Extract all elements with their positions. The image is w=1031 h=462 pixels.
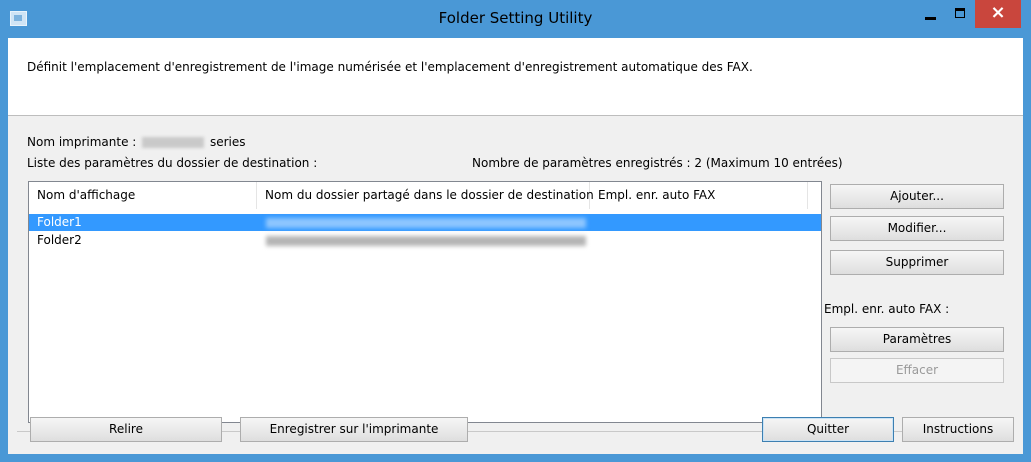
fax-settings-button[interactable]: Paramètres <box>830 327 1004 352</box>
window-title: Folder Setting Utility <box>438 9 593 27</box>
title-bar[interactable]: Folder Setting Utility × <box>0 0 1031 38</box>
list-header: Nom d'affichage Nom du dossier partagé d… <box>29 182 821 209</box>
quit-button[interactable]: Quitter <box>762 417 894 442</box>
printer-name-row: Nom imprimante : series <box>27 135 246 149</box>
close-button[interactable]: × <box>975 0 1021 28</box>
description-text: Définit l'emplacement d'enregistrement d… <box>27 60 753 74</box>
printer-name-suffix: series <box>209 135 246 149</box>
printer-name-redacted <box>142 137 205 148</box>
add-button[interactable]: Ajouter... <box>830 184 1004 209</box>
row-shared-folder-redacted <box>266 218 586 228</box>
maximize-icon <box>955 8 965 18</box>
description-panel: Définit l'emplacement d'enregistrement d… <box>8 38 1023 116</box>
minimize-icon <box>925 17 936 20</box>
minimize-button[interactable] <box>916 0 946 28</box>
destination-list[interactable]: Nom d'affichage Nom du dossier partagé d… <box>28 181 822 423</box>
modify-button[interactable]: Modifier... <box>830 216 1004 241</box>
destination-list-label: Liste des paramètres du dossier de desti… <box>27 156 318 170</box>
folder-setting-window: Folder Setting Utility × Définit l'empla… <box>0 0 1031 462</box>
column-header-fax-auto-save[interactable]: Empl. enr. auto FAX <box>590 182 808 209</box>
column-header-shared-folder[interactable]: Nom du dossier partagé dans le dossier d… <box>257 182 594 209</box>
row-display-name: Folder2 <box>37 233 82 247</box>
printer-name-label: Nom imprimante : <box>27 135 137 149</box>
dialog-client-area: Définit l'emplacement d'enregistrement d… <box>8 38 1023 454</box>
registered-count-label: Nombre de paramètres enregistrés : 2 (Ma… <box>472 156 843 170</box>
close-icon: × <box>990 2 1006 23</box>
save-to-printer-button[interactable]: Enregistrer sur l'imprimante <box>240 417 468 442</box>
table-row[interactable]: Folder1 <box>29 214 821 231</box>
column-header-display-name[interactable]: Nom d'affichage <box>29 182 257 209</box>
row-display-name: Folder1 <box>37 215 82 229</box>
reload-button[interactable]: Relire <box>30 417 222 442</box>
fax-auto-save-label: Empl. enr. auto FAX : <box>824 302 950 316</box>
row-shared-folder-redacted <box>266 236 586 246</box>
instructions-button[interactable]: Instructions <box>902 417 1014 442</box>
table-row[interactable]: Folder2 <box>29 232 821 249</box>
maximize-button[interactable] <box>946 0 976 28</box>
fax-clear-button[interactable]: Effacer <box>830 358 1004 383</box>
delete-button[interactable]: Supprimer <box>830 250 1004 275</box>
